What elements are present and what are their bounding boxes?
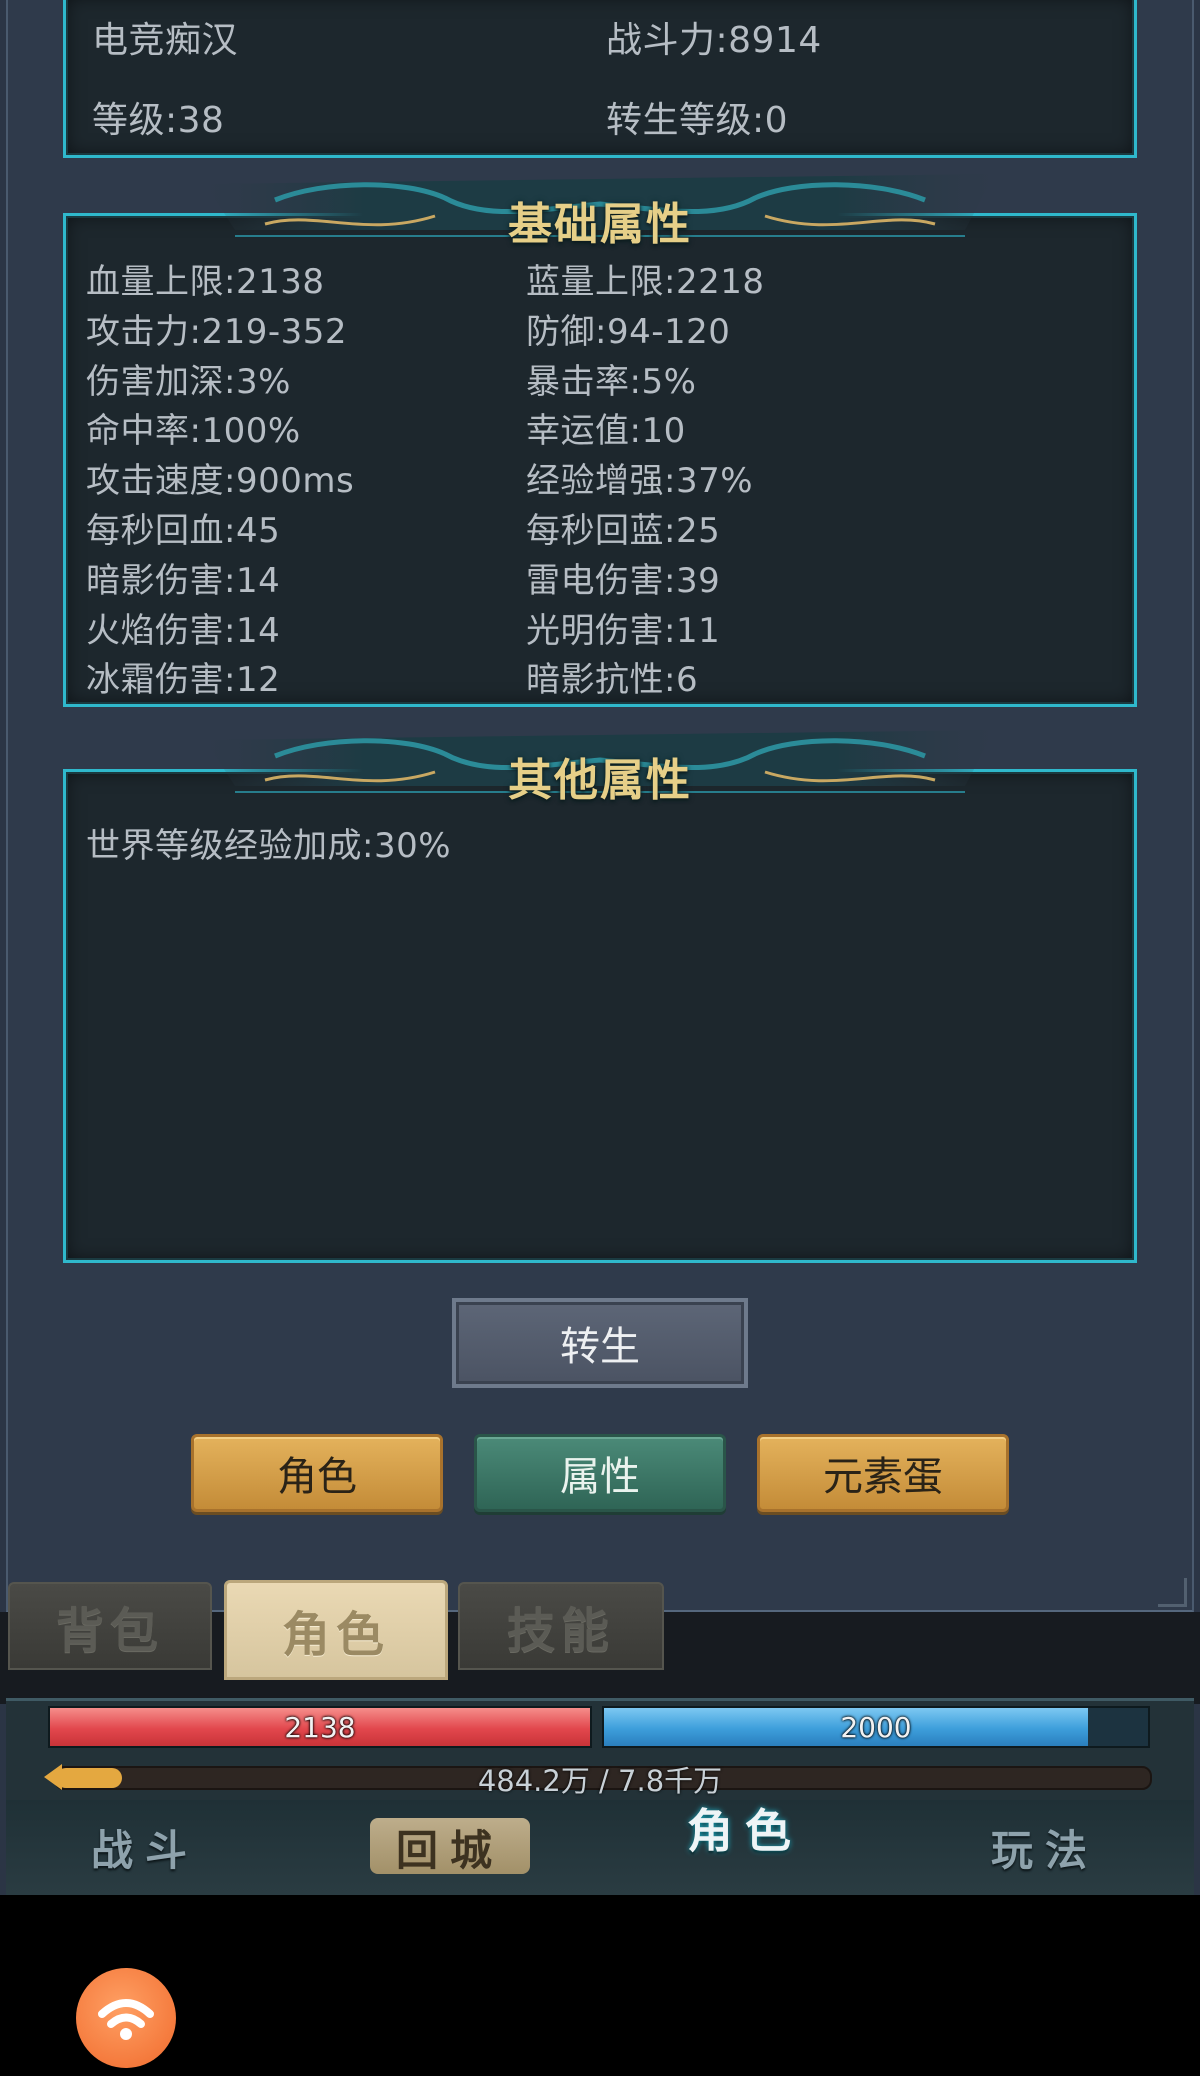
nav-battle[interactable]: 战斗 <box>20 1800 270 1895</box>
attribute-left: 命中率:100% <box>86 411 301 452</box>
attribute-right: 暴击率:5% <box>526 361 697 402</box>
resize-handle-icon <box>1158 1578 1187 1607</box>
basic-attributes-box: 血量上限:2138 蓝量上限:2218 攻击力:219-352 防御:94-120 伤害… <box>63 213 1137 707</box>
attribute-left: 火焰伤害:14 <box>86 610 281 651</box>
basic-attributes-header: 基础属性 <box>205 170 995 256</box>
attribute-right: 雷电伤害:39 <box>526 560 721 601</box>
wifi-float-button[interactable] <box>76 1968 176 2068</box>
attribute-left: 攻击力:219-352 <box>86 311 348 352</box>
hp-value: 2138 <box>284 1711 356 1744</box>
attribute-right: 每秒回蓝:25 <box>526 511 721 551</box>
combat-power: 战斗力:8914 <box>606 20 822 61</box>
player-level: 等级:38 <box>92 100 225 141</box>
mp-value: 2000 <box>840 1711 912 1744</box>
attribute-right: 防御:94-120 <box>526 311 731 352</box>
exp-value: 484.2万 / 7.8千万 <box>477 1764 723 1798</box>
element-egg-button[interactable]: 元素蛋 <box>757 1434 1009 1512</box>
attribute-left: 每秒回血:45 <box>86 511 281 551</box>
tab-bag[interactable]: 背包 <box>8 1582 212 1670</box>
rebirth-button[interactable]: 转生 <box>452 1298 748 1388</box>
attribute-left: 伤害加深:3% <box>86 361 291 402</box>
hp-bar: 2138 <box>48 1706 592 1748</box>
profile-box: 电竞痴汉 战斗力:8914 等级:38 转生等级:0 <box>63 0 1137 158</box>
attribute-left: 暗影伤害:14 <box>86 560 281 601</box>
wifi-icon <box>98 1999 154 2040</box>
world-level-bonus: 世界等级经验加成:30% <box>86 826 452 866</box>
basic-attributes-title: 基础属性 <box>508 199 692 250</box>
nav-town-label: 回城 <box>395 1826 504 1875</box>
mp-bar: 2000 <box>602 1706 1150 1748</box>
attribute-right: 蓝量上限:2218 <box>526 262 765 302</box>
other-attributes-header: 其他属性 <box>205 726 995 812</box>
rebirth-level: 转生等级:0 <box>606 100 789 141</box>
other-attributes-title: 其他属性 <box>508 755 692 806</box>
attribute-left: 血量上限:2138 <box>86 262 325 302</box>
attribute-right: 幸运值:10 <box>526 411 686 452</box>
attribute-left: 攻击速度:900ms <box>86 461 355 502</box>
game-screen: 电竞痴汉 战斗力:8914 等级:38 转生等级:0 血量上限:2138 蓝量上限… <box>0 0 1200 1895</box>
nav-play[interactable]: 玩法 <box>920 1800 1170 1895</box>
attribute-right: 经验增强:37% <box>526 461 754 502</box>
attribute-right: 光明伤害:11 <box>526 610 721 651</box>
player-name: 电竞痴汉 <box>92 20 239 61</box>
attributes-button[interactable]: 属性 <box>474 1434 726 1512</box>
nav-role[interactable]: 角色 <box>630 1780 860 1875</box>
attribute-right: 暗影抗性:6 <box>526 660 699 701</box>
role-button[interactable]: 角色 <box>191 1434 443 1512</box>
other-attributes-box: 世界等级经验加成:30% <box>63 769 1137 1263</box>
tab-skills[interactable]: 技能 <box>458 1582 664 1670</box>
attribute-left: 冰霜伤害:12 <box>86 660 281 701</box>
tab-role[interactable]: 角色 <box>224 1580 448 1680</box>
